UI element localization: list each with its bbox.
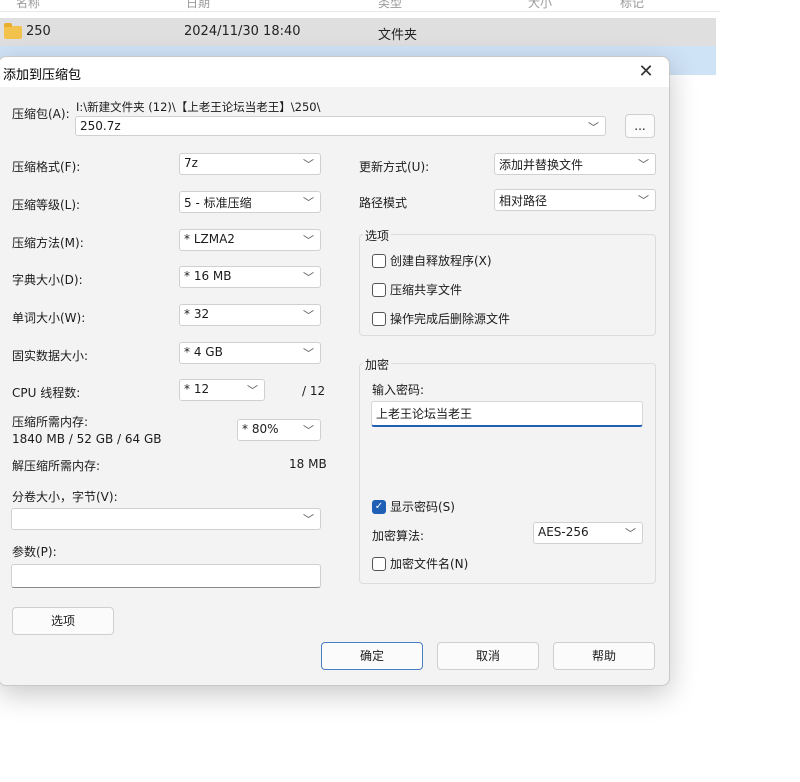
column-size[interactable]: 大小: [528, 0, 552, 11]
add-to-archive-dialog: 添加到压缩包 ✕ 压缩包(A): I:\新建文件夹 (12)\【上老王论坛当老王…: [0, 56, 670, 686]
encrypt-names-checkbox[interactable]: 加密文件名(N): [372, 555, 468, 572]
sfx-checkbox[interactable]: 创建自释放程序(X): [372, 252, 492, 269]
archive-label: 压缩包(A):: [12, 107, 70, 121]
mem-label: 压缩所需内存:: [12, 415, 89, 429]
update-label: 更新方式(U):: [359, 160, 430, 174]
explorer-column-header: 名称 日期 类型 大小 标记: [0, 0, 720, 12]
path-mode-select[interactable]: 相对路径 ﹀: [494, 189, 656, 211]
format-select[interactable]: 7z ﹀: [179, 153, 321, 175]
archive-name-value: 250.7z: [80, 119, 121, 133]
encrypt-names-label: 加密文件名(N): [390, 557, 469, 571]
file-name: 250: [26, 24, 51, 39]
mem-select[interactable]: * 80% ﹀: [237, 419, 321, 441]
dialog-title: 添加到压缩包: [3, 68, 82, 83]
ok-button[interactable]: 确定: [321, 642, 423, 670]
delete-after-checkbox[interactable]: 操作完成后删除源文件: [372, 310, 510, 327]
chevron-down-icon: ﹀: [303, 271, 314, 284]
split-label: 分卷大小，字节(V):: [12, 490, 118, 504]
path-mode-label: 路径模式: [359, 196, 408, 210]
help-button[interactable]: 帮助: [553, 642, 655, 670]
chevron-down-icon: ﹀: [303, 309, 314, 322]
format-label: 压缩格式(F):: [12, 160, 81, 174]
word-label: 单词大小(W):: [12, 311, 86, 325]
dict-value: * 16 MB: [184, 269, 232, 283]
delete-after-label: 操作完成后删除源文件: [390, 312, 511, 326]
shared-files-label: 压缩共享文件: [390, 283, 463, 297]
solid-label: 固实数据大小:: [12, 349, 89, 363]
decomp-label: 解压缩所需内存:: [12, 459, 101, 473]
threads-total: / 12: [302, 384, 326, 398]
checkbox-box: [372, 282, 386, 297]
checkbox-box: [372, 253, 386, 268]
chevron-down-icon: ﹀: [303, 234, 314, 247]
chevron-down-icon: ﹀: [303, 347, 314, 360]
close-icon: ✕: [638, 61, 654, 82]
file-date: 2024/11/30 18:40: [184, 24, 301, 39]
dict-select[interactable]: * 16 MB ﹀: [179, 266, 321, 288]
update-select[interactable]: 添加并替换文件 ﹀: [494, 153, 656, 175]
threads-label: CPU 线程数:: [12, 386, 81, 400]
dialog-titlebar: 添加到压缩包 ✕: [0, 57, 669, 87]
chevron-down-icon: ﹀: [303, 196, 314, 209]
column-name[interactable]: 名称: [16, 0, 40, 11]
column-date[interactable]: 日期: [186, 0, 210, 11]
folder-icon: [4, 23, 22, 39]
archive-name-combo[interactable]: 250.7z ﹀: [75, 116, 606, 136]
level-select[interactable]: 5 - 标准压缩 ﹀: [179, 191, 321, 213]
chevron-down-icon: ﹀: [638, 158, 649, 171]
chevron-down-icon: ﹀: [638, 194, 649, 207]
threads-select[interactable]: * 12 ﹀: [179, 379, 265, 401]
solid-value: * 4 GB: [184, 345, 223, 359]
params-label: 参数(P):: [12, 545, 57, 559]
encryption-group-title: 加密: [363, 356, 392, 373]
level-label: 压缩等级(L):: [12, 198, 81, 212]
column-type[interactable]: 类型: [378, 0, 402, 11]
dict-label: 字典大小(D):: [12, 273, 83, 287]
solid-select[interactable]: * 4 GB ﹀: [179, 342, 321, 364]
chevron-down-icon: ﹀: [303, 158, 314, 171]
chevron-down-icon: ﹀: [625, 527, 636, 540]
browse-button[interactable]: ...: [625, 114, 655, 138]
archive-path: I:\新建文件夹 (12)\【上老王论坛当老王】\250\: [76, 100, 321, 114]
algo-label: 加密算法:: [372, 529, 425, 543]
checkmark-icon: ✓: [372, 499, 386, 514]
options-group-title: 选项: [363, 227, 392, 244]
cancel-button[interactable]: 取消: [437, 642, 539, 670]
level-value: 5 - 标准压缩: [184, 196, 252, 210]
password-label: 输入密码:: [372, 383, 425, 397]
mem-detail: 1840 MB / 52 GB / 64 GB: [12, 432, 162, 446]
method-label: 压缩方法(M):: [12, 236, 84, 250]
word-value: * 32: [184, 307, 210, 321]
chevron-down-icon: ﹀: [303, 424, 314, 437]
file-type: 文件夹: [378, 28, 418, 43]
show-password-checkbox[interactable]: ✓ 显示密码(S): [372, 498, 455, 515]
close-button[interactable]: ✕: [629, 59, 663, 85]
algo-value: AES-256: [538, 525, 589, 539]
path-mode-value: 相对路径: [499, 194, 548, 208]
sfx-label: 创建自释放程序(X): [390, 254, 492, 268]
options-button[interactable]: 选项: [12, 607, 114, 635]
file-row[interactable]: 250 2024/11/30 18:40 文件夹: [0, 18, 716, 46]
mem-value: * 80%: [242, 422, 279, 436]
split-select[interactable]: ﹀: [11, 508, 321, 530]
show-password-label: 显示密码(S): [390, 500, 455, 514]
column-tag[interactable]: 标记: [620, 0, 644, 11]
method-select[interactable]: * LZMA2 ﹀: [179, 229, 321, 251]
password-input[interactable]: 上老王论坛当老王: [371, 401, 643, 427]
chevron-down-icon: ﹀: [247, 384, 258, 397]
checkbox-box: [372, 311, 386, 326]
chevron-down-icon: ﹀: [303, 513, 314, 526]
algo-select[interactable]: AES-256 ﹀: [533, 522, 643, 544]
update-value: 添加并替换文件: [499, 158, 584, 172]
chevron-down-icon: ﹀: [588, 121, 599, 134]
threads-value: * 12: [184, 382, 210, 396]
method-value: * LZMA2: [184, 232, 235, 246]
decomp-value: 18 MB: [289, 457, 327, 471]
params-input[interactable]: [11, 564, 321, 588]
password-value: 上老王论坛当老王: [376, 407, 473, 421]
format-value: 7z: [184, 156, 198, 170]
checkbox-box: [372, 556, 386, 571]
word-select[interactable]: * 32 ﹀: [179, 304, 321, 326]
shared-files-checkbox[interactable]: 压缩共享文件: [372, 281, 462, 298]
